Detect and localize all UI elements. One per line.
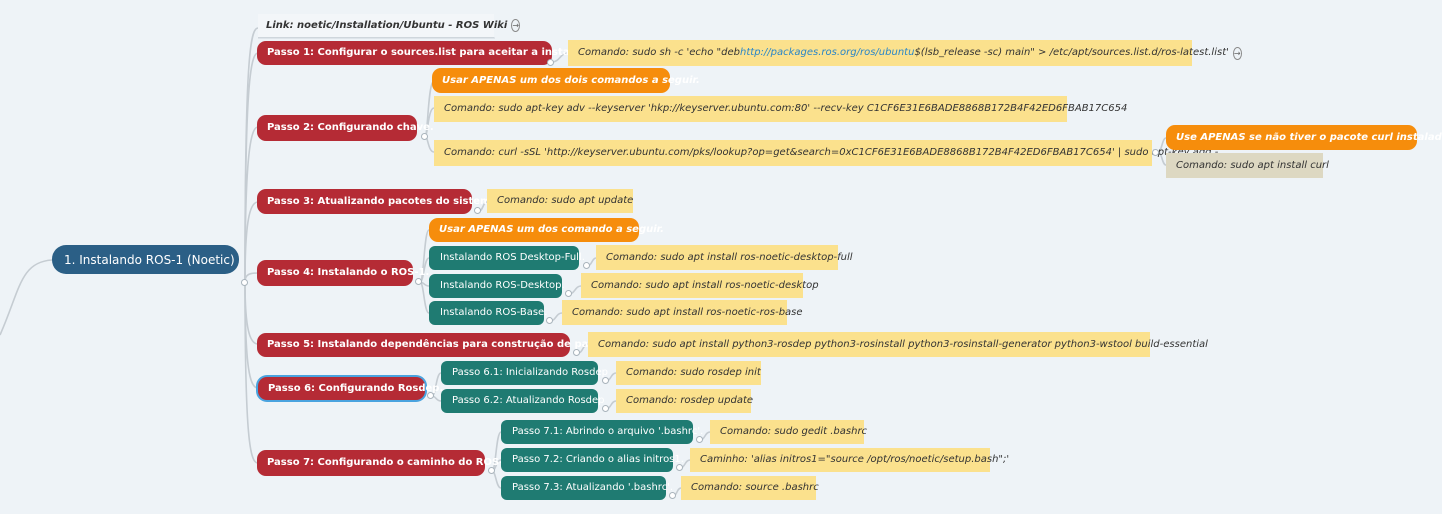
mind-map-canvas[interactable]: 1. Instalando ROS-1 (Noetic) Link: noeti… <box>0 0 1442 514</box>
collapse-toggle[interactable] <box>696 436 703 443</box>
step-5-node[interactable]: Passo 5: Instalando dependências para co… <box>257 333 622 357</box>
step-2-note[interactable]: Usar APENAS um dos dois comandos a segui… <box>432 68 700 93</box>
collapse-toggle[interactable] <box>602 377 609 384</box>
step-4-sub-3[interactable]: Instalando ROS-Base. <box>429 301 547 325</box>
step-4-sub-1[interactable]: Instalando ROS Desktop-Full. <box>429 246 585 270</box>
step-5-command[interactable]: Comando: sudo apt install python3-rosdep… <box>588 332 1208 357</box>
root-topic[interactable]: 1. Instalando ROS-1 (Noetic) <box>52 245 239 274</box>
step-2-command-a[interactable]: Comando: sudo apt-key adv --keyserver 'h… <box>434 96 1127 122</box>
step-2-command-c[interactable]: Comando: sudo apt install curl <box>1166 153 1329 178</box>
step-7-sub-1[interactable]: Passo 7.1: Abrindo o arquivo '.bashrc'. <box>501 420 703 444</box>
collapse-toggle[interactable] <box>415 278 422 285</box>
link-node[interactable]: Link: noetic/Installation/Ubuntu - ROS W… <box>258 14 521 38</box>
collapse-toggle[interactable] <box>488 467 495 474</box>
step-6-sub-1-command[interactable]: Comando: sudo rosdep init <box>616 361 761 385</box>
step-2-curl-note[interactable]: Use APENAS se não tiver o pacote curl in… <box>1166 125 1442 150</box>
step-7-sub-2[interactable]: Passo 7.2: Criando o alias initros1. <box>501 448 684 472</box>
step-4-sub-2-command[interactable]: Comando: sudo apt install ros-noetic-des… <box>581 273 819 298</box>
collapse-toggle[interactable] <box>421 133 428 140</box>
step-7-node[interactable]: Passo 7: Configurando o caminho do ROS-1… <box>257 450 514 476</box>
step-2-node[interactable]: Passo 2: Configurando chave. <box>257 115 434 141</box>
collapse-toggle[interactable] <box>573 349 580 356</box>
step-7-sub-3[interactable]: Passo 7.3: Atualizando '.bashrc'. <box>501 476 673 500</box>
collapse-toggle[interactable] <box>669 492 676 499</box>
step-7-sub-3-command[interactable]: Comando: source .bashrc <box>681 476 819 500</box>
step-4-sub-2[interactable]: Instalando ROS-Desktop. <box>429 274 565 298</box>
collapse-toggle[interactable] <box>602 405 609 412</box>
step-3-node[interactable]: Passo 3: Atualizando pacotes do sistema. <box>257 189 501 214</box>
step-7-sub-2-command[interactable]: Caminho: 'alias initros1="source /opt/ro… <box>690 448 1009 472</box>
step-7-sub-1-command[interactable]: Comando: sudo gedit .bashrc <box>710 420 867 444</box>
step-2-command-b[interactable]: Comando: curl -sSL 'http://keyserver.ubu… <box>434 140 1218 166</box>
collapse-toggle[interactable] <box>1152 149 1159 156</box>
collapse-toggle[interactable] <box>474 207 481 214</box>
arrow-right-circle-icon[interactable]: → <box>1232 46 1242 60</box>
step-4-note[interactable]: Usar APENAS um dos comando a seguir. <box>429 218 664 242</box>
step-3-command[interactable]: Comando: sudo apt update <box>487 189 633 213</box>
collapse-toggle[interactable] <box>676 464 683 471</box>
step-4-sub-3-command[interactable]: Comando: sudo apt install ros-noetic-ros… <box>562 300 803 325</box>
command-suffix: $(lsb_release -sc) main" > /etc/apt/sour… <box>914 47 1229 58</box>
arrow-right-circle-icon[interactable]: → <box>511 19 521 32</box>
step-6-node[interactable]: Passo 6: Configurando Rosdep. <box>258 377 443 400</box>
step-6-sub-2[interactable]: Passo 6.2: Atualizando Rosdep <box>441 389 605 413</box>
step-4-sub-1-command[interactable]: Comando: sudo apt install ros-noetic-des… <box>596 245 853 270</box>
command-prefix: Comando: sudo sh -c 'echo "deb <box>578 47 741 58</box>
collapse-toggle[interactable] <box>546 317 553 324</box>
step-4-node[interactable]: Passo 4: Instalando o ROS-1. <box>257 260 429 286</box>
collapse-toggle[interactable] <box>427 392 434 399</box>
step-6-sub-1[interactable]: Passo 6.1: Inicializando Rosdep <box>441 361 608 385</box>
collapse-toggle[interactable] <box>583 262 590 269</box>
step-6-sub-2-command[interactable]: Comando: rosdep update <box>616 389 753 413</box>
link-label: Link: noetic/Installation/Ubuntu - ROS W… <box>266 19 508 31</box>
step-1-node[interactable]: Passo 1: Configurar o sources.list para … <box>257 41 603 65</box>
collapse-toggle[interactable] <box>547 59 554 66</box>
command-url-link[interactable]: http://packages.ros.org/ros/ubuntu <box>740 48 914 58</box>
step-1-command[interactable]: Comando: sudo sh -c 'echo "deb http://pa… <box>568 40 1242 66</box>
collapse-toggle[interactable] <box>565 290 572 297</box>
collapse-toggle[interactable] <box>241 279 248 286</box>
